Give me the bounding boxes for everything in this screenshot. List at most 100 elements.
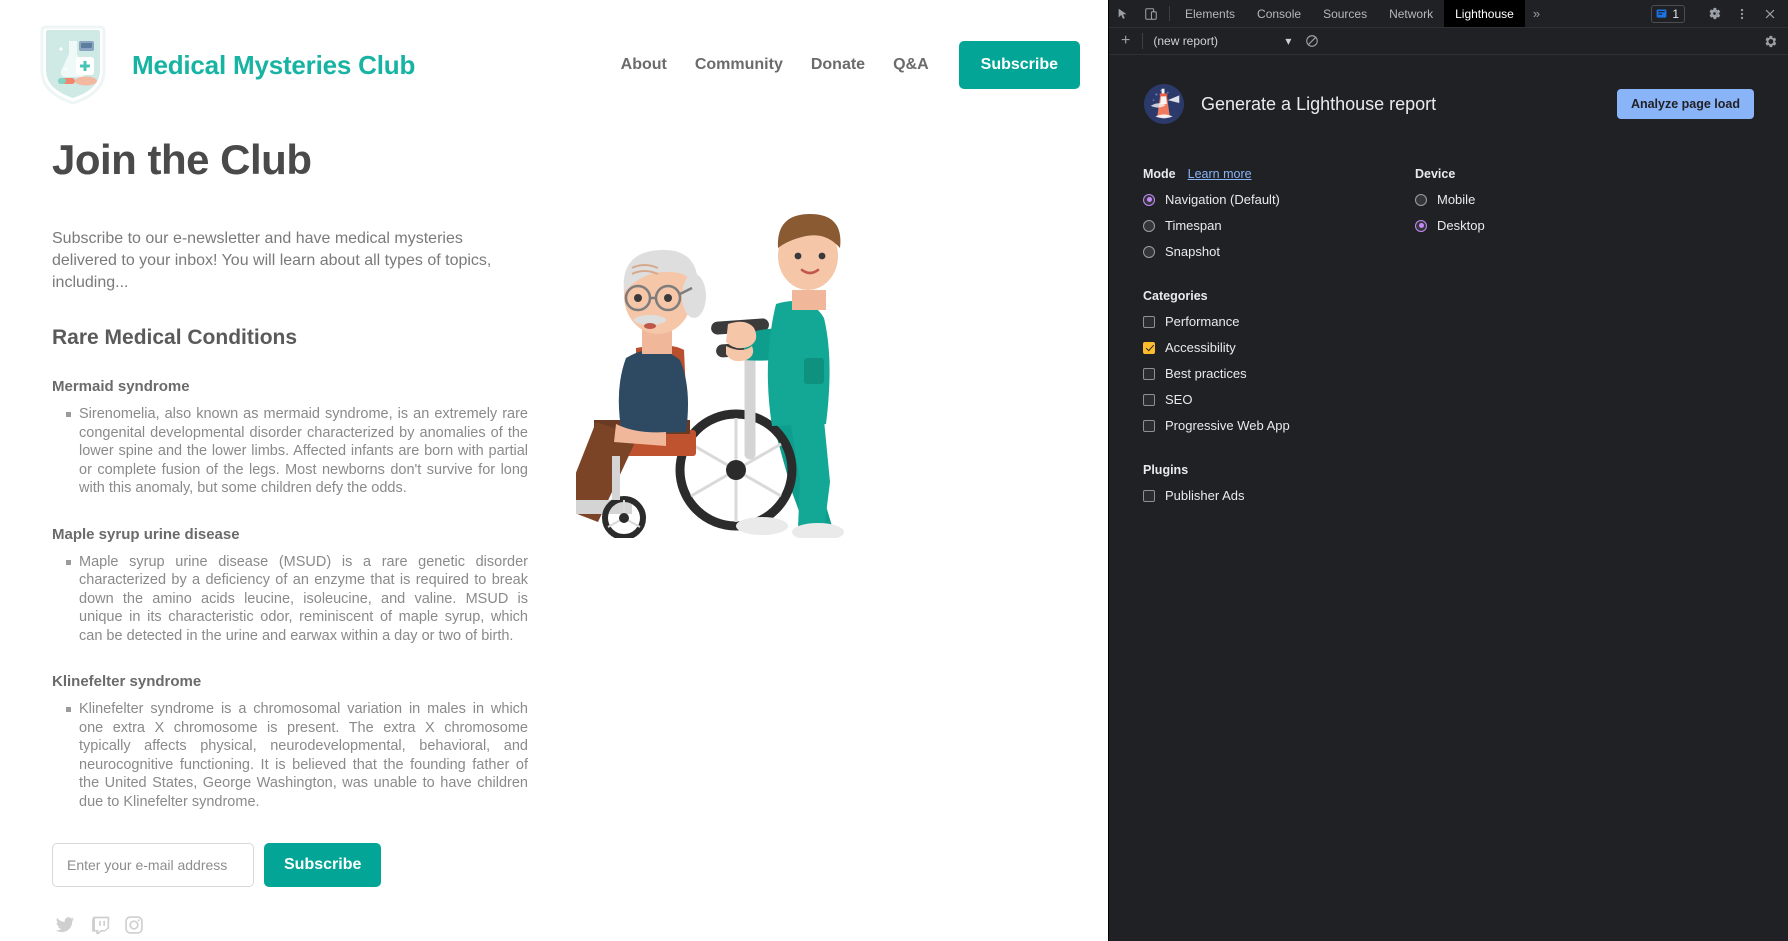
plugins-group: Plugins Publisher Ads bbox=[1143, 463, 1754, 503]
report-select[interactable]: (new report) ▾ bbox=[1147, 34, 1297, 48]
condition-title-mermaid: Mermaid syndrome bbox=[52, 378, 190, 395]
lighthouse-header: Generate a Lighthouse report Analyze pag… bbox=[1143, 83, 1754, 125]
categories-group: Categories Performance Accessibility Bes… bbox=[1143, 289, 1754, 433]
checkbox-seo[interactable]: SEO bbox=[1143, 392, 1754, 407]
list-item: Klinefelter syndrome is a chromosomal va… bbox=[66, 700, 528, 811]
toolbar-divider-3 bbox=[1142, 33, 1144, 49]
webpage: Medical Mysteries Club About Community D… bbox=[0, 0, 1108, 941]
twitch-icon[interactable] bbox=[90, 915, 110, 935]
checkbox-indicator bbox=[1143, 341, 1155, 354]
toolbar-divider bbox=[1169, 6, 1170, 21]
main-nav: About Community Donate Q&A Subscribe bbox=[607, 41, 1080, 89]
device-group: Device Mobile Desktop bbox=[1415, 167, 1754, 259]
nav-item-donate[interactable]: Donate bbox=[797, 56, 879, 74]
content-column: Join the Club Subscribe to our e-newslet… bbox=[36, 108, 566, 935]
radio-indicator bbox=[1143, 193, 1155, 206]
tab-sources[interactable]: Sources bbox=[1312, 0, 1378, 27]
more-tabs-icon[interactable]: » bbox=[1525, 0, 1548, 27]
list-item: Sirenomelia, also known as mermaid syndr… bbox=[66, 405, 528, 498]
instagram-icon[interactable] bbox=[124, 915, 144, 935]
mode-label: Mode bbox=[1143, 167, 1176, 181]
newsletter-signup-form: Subscribe bbox=[52, 843, 566, 887]
nurse-pushing-elderly-man-in-wheelchair-illustration bbox=[562, 208, 876, 552]
mode-group-header: Mode Learn more bbox=[1143, 167, 1415, 181]
radio-label: Snapshot bbox=[1165, 244, 1220, 259]
twitter-icon[interactable] bbox=[54, 915, 76, 935]
condition-title-klinefelter: Klinefelter syndrome bbox=[52, 673, 202, 690]
checkbox-indicator bbox=[1143, 315, 1155, 328]
checkbox-label: Accessibility bbox=[1165, 340, 1236, 355]
radio-mode-snapshot[interactable]: Snapshot bbox=[1143, 244, 1415, 259]
close-icon[interactable] bbox=[1756, 7, 1784, 21]
plugins-label: Plugins bbox=[1143, 463, 1189, 477]
learn-more-link[interactable]: Learn more bbox=[1188, 167, 1252, 181]
nav-subscribe-button[interactable]: Subscribe bbox=[958, 41, 1080, 89]
analyze-page-load-button[interactable]: Analyze page load bbox=[1616, 89, 1754, 119]
device-group-header: Device bbox=[1415, 167, 1754, 181]
radio-mode-timespan[interactable]: Timespan bbox=[1143, 218, 1415, 233]
condition-list-msud: Maple syrup urine disease (MSUD) is a ra… bbox=[52, 553, 566, 646]
checkbox-indicator bbox=[1143, 489, 1155, 502]
checkbox-indicator bbox=[1143, 393, 1155, 406]
checkbox-performance[interactable]: Performance bbox=[1143, 314, 1754, 329]
lighthouse-start-view: Generate a Lighthouse report Analyze pag… bbox=[1109, 55, 1788, 531]
radio-mode-navigation[interactable]: Navigation (Default) bbox=[1143, 192, 1415, 207]
devtools-tabbar: Elements Console Sources Network Lightho… bbox=[1109, 0, 1788, 28]
radio-device-desktop[interactable]: Desktop bbox=[1415, 218, 1754, 233]
new-report-button[interactable]: + bbox=[1113, 33, 1138, 49]
mode-group: Mode Learn more Navigation (Default) Tim… bbox=[1143, 167, 1415, 259]
condition-list-mermaid: Sirenomelia, also known as mermaid syndr… bbox=[52, 405, 566, 498]
checkbox-progressive-web-app[interactable]: Progressive Web App bbox=[1143, 418, 1754, 433]
nav-item-community[interactable]: Community bbox=[681, 56, 797, 74]
social-links bbox=[52, 915, 566, 935]
checkbox-accessibility[interactable]: Accessibility bbox=[1143, 340, 1754, 355]
tab-network[interactable]: Network bbox=[1378, 0, 1444, 27]
lighthouse-logo-icon bbox=[1143, 83, 1185, 125]
issues-count: 1 bbox=[1672, 6, 1679, 21]
condition-list-klinefelter: Klinefelter syndrome is a chromosomal va… bbox=[52, 700, 566, 811]
issues-badge[interactable]: 1 bbox=[1651, 4, 1685, 23]
medical-shield-badge-icon[interactable] bbox=[36, 23, 110, 107]
intro-paragraph: Subscribe to our e-newsletter and have m… bbox=[52, 230, 492, 291]
devtools-tabbar-right: 1 bbox=[1651, 0, 1788, 27]
report-select-value: (new report) bbox=[1153, 34, 1219, 48]
radio-indicator bbox=[1143, 219, 1155, 232]
tab-elements[interactable]: Elements bbox=[1174, 0, 1246, 27]
clear-all-icon[interactable] bbox=[1297, 34, 1327, 48]
subscribe-button[interactable]: Subscribe bbox=[264, 843, 382, 887]
checkbox-label: SEO bbox=[1165, 392, 1193, 407]
page-title: Join the Club bbox=[52, 136, 312, 183]
brand-title: Medical Mysteries Club bbox=[132, 49, 416, 80]
screen: Medical Mysteries Club About Community D… bbox=[0, 0, 1788, 941]
list-item: Maple syrup urine disease (MSUD) is a ra… bbox=[66, 553, 528, 646]
radio-indicator bbox=[1415, 219, 1427, 232]
radio-label: Timespan bbox=[1165, 218, 1222, 233]
inspect-element-icon[interactable] bbox=[1109, 0, 1137, 27]
gear-icon[interactable] bbox=[1700, 6, 1728, 21]
checkbox-publisher-ads[interactable]: Publisher Ads bbox=[1143, 488, 1754, 503]
checkbox-label: Progressive Web App bbox=[1165, 418, 1290, 433]
radio-label: Desktop bbox=[1437, 218, 1485, 233]
illustration-column bbox=[562, 108, 1072, 935]
lighthouse-settings-gear-icon[interactable] bbox=[1763, 34, 1784, 49]
checkbox-label: Best practices bbox=[1165, 366, 1247, 381]
checkbox-best-practices[interactable]: Best practices bbox=[1143, 366, 1754, 381]
nav-item-about[interactable]: About bbox=[607, 56, 681, 74]
mode-device-row: Mode Learn more Navigation (Default) Tim… bbox=[1143, 167, 1754, 259]
nav-item-qa[interactable]: Q&A bbox=[879, 56, 943, 74]
tab-console[interactable]: Console bbox=[1246, 0, 1312, 27]
checkbox-indicator bbox=[1143, 419, 1155, 432]
radio-device-mobile[interactable]: Mobile bbox=[1415, 192, 1754, 207]
checkbox-indicator bbox=[1143, 367, 1155, 380]
email-field[interactable] bbox=[52, 843, 254, 887]
section-title: Rare Medical Conditions bbox=[52, 326, 298, 349]
more-options-icon[interactable] bbox=[1728, 7, 1756, 21]
lighthouse-heading: Generate a Lighthouse report bbox=[1201, 93, 1437, 114]
categories-label: Categories bbox=[1143, 289, 1208, 303]
radio-label: Navigation (Default) bbox=[1165, 192, 1280, 207]
site-header: Medical Mysteries Club About Community D… bbox=[0, 0, 1108, 108]
device-toolbar-icon[interactable] bbox=[1137, 0, 1165, 27]
tab-lighthouse[interactable]: Lighthouse bbox=[1444, 0, 1525, 27]
devtools-panel: Elements Console Sources Network Lightho… bbox=[1108, 0, 1788, 941]
checkbox-label: Performance bbox=[1165, 314, 1240, 329]
